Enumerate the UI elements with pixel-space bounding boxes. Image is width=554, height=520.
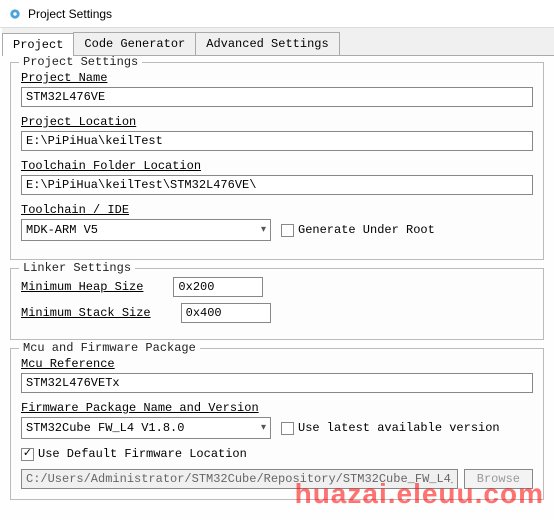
group-linker-settings: Linker Settings Minimum Heap Size Minimu…: [10, 268, 544, 340]
chevron-down-icon: ▾: [261, 224, 266, 236]
toolchain-ide-value: MDK-ARM V5: [26, 223, 98, 237]
stack-size-input[interactable]: [181, 303, 271, 323]
project-name-label: Project Name: [21, 71, 533, 85]
use-default-location-label: Use Default Firmware Location: [38, 447, 247, 461]
heap-size-label: Minimum Heap Size: [21, 280, 143, 294]
firmware-package-select[interactable]: STM32Cube FW_L4 V1.8.0 ▾: [21, 417, 271, 439]
firmware-path-input: [21, 469, 458, 489]
mcu-reference-input[interactable]: [21, 373, 533, 393]
gear-icon: [8, 7, 22, 21]
browse-button[interactable]: Browse: [464, 469, 533, 489]
firmware-package-label: Firmware Package Name and Version: [21, 401, 533, 415]
project-location-label: Project Location: [21, 115, 533, 129]
chevron-down-icon: ▾: [261, 422, 266, 434]
toolchain-ide-select[interactable]: MDK-ARM V5 ▾: [21, 219, 271, 241]
group-project-settings: Project Settings Project Name Project Lo…: [10, 62, 544, 260]
tab-project[interactable]: Project: [2, 33, 74, 56]
use-latest-label: Use latest available version: [298, 421, 500, 435]
panel: Project Settings Project Name Project Lo…: [0, 56, 554, 520]
heap-size-input[interactable]: [173, 277, 263, 297]
toolchain-ide-label: Toolchain / IDE: [21, 203, 533, 217]
mcu-reference-label: Mcu Reference: [21, 357, 533, 371]
stack-size-label: Minimum Stack Size: [21, 306, 151, 320]
generate-under-root-label: Generate Under Root: [298, 223, 435, 237]
toolchain-folder-label: Toolchain Folder Location: [21, 159, 533, 173]
group-title-project: Project Settings: [19, 56, 142, 69]
window-title: Project Settings: [28, 7, 112, 21]
project-location-input[interactable]: [21, 131, 533, 151]
generate-under-root-checkbox[interactable]: [281, 224, 294, 237]
titlebar: Project Settings: [0, 0, 554, 28]
use-latest-checkbox[interactable]: [281, 422, 294, 435]
group-title-linker: Linker Settings: [19, 261, 135, 275]
group-mcu-firmware: Mcu and Firmware Package Mcu Reference F…: [10, 348, 544, 500]
use-default-location-checkbox[interactable]: [21, 448, 34, 461]
tab-code-generator[interactable]: Code Generator: [73, 32, 196, 55]
tabs: Project Code Generator Advanced Settings: [2, 28, 554, 56]
toolchain-folder-input[interactable]: [21, 175, 533, 195]
tab-advanced-settings[interactable]: Advanced Settings: [195, 32, 339, 55]
project-name-input[interactable]: [21, 87, 533, 107]
group-title-mcu: Mcu and Firmware Package: [19, 341, 200, 355]
firmware-package-value: STM32Cube FW_L4 V1.8.0: [26, 421, 184, 435]
